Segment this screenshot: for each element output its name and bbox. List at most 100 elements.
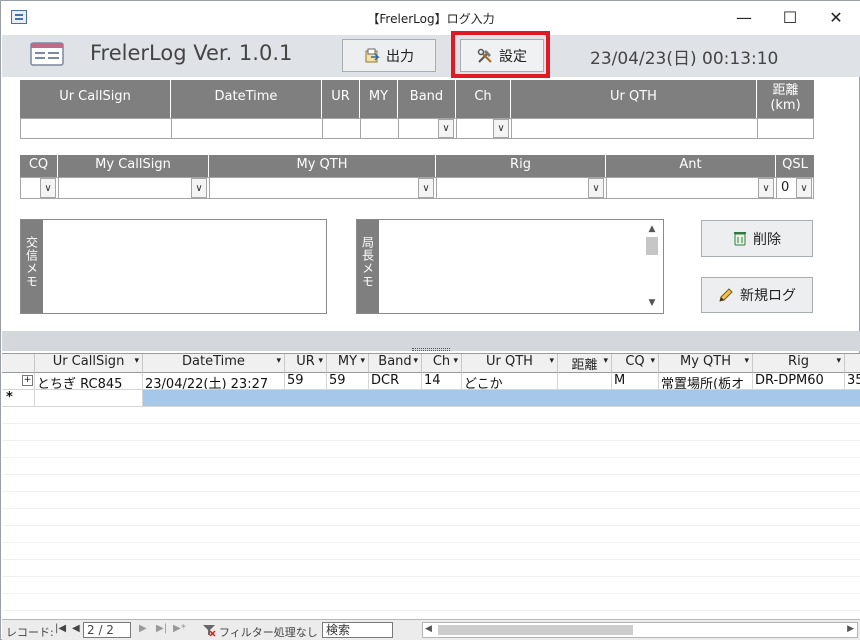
table-cell[interactable]: 常置場所(栃オ: [659, 373, 753, 390]
table-cell[interactable]: DCR: [369, 373, 422, 390]
select-all-corner[interactable]: [2, 354, 35, 373]
band-dropdown-arrow-icon[interactable]: ∨: [438, 119, 454, 138]
ur-qth-input[interactable]: [511, 118, 758, 139]
new-record-marker[interactable]: *: [2, 390, 35, 407]
ur-report-input[interactable]: [322, 118, 361, 139]
column-header[interactable]: [845, 354, 860, 373]
maximize-button[interactable]: ☐: [767, 1, 813, 35]
table-cell[interactable]: [558, 373, 612, 390]
column-header[interactable]: Band ▾: [369, 354, 422, 373]
close-button[interactable]: ✕: [813, 1, 859, 35]
header-ch: Ch: [456, 80, 511, 118]
table-cell[interactable]: 59: [327, 373, 369, 390]
table-cell[interactable]: 14: [422, 373, 462, 390]
header-band: Band: [398, 80, 456, 118]
output-label: 出力: [386, 48, 414, 65]
app-name: FrelerLog Ver. 1.0.1: [90, 41, 293, 65]
header-my-qth: My QTH: [209, 155, 436, 177]
ant-select[interactable]: [606, 177, 777, 199]
log-datasheet: Ur CallSign ▾ DateTime ▾ UR ▾ MY ▾ Band ▾ Ch ▾…: [2, 353, 860, 622]
new-row-selected-cells[interactable]: [143, 390, 860, 407]
app-logo-icon: [30, 42, 64, 66]
chief-memo-label: 局長メモ: [357, 220, 379, 313]
application-window: 【FrelerLog】ログ入力 — ☐ ✕ FrelerLog Ver. 1.0…: [0, 0, 860, 640]
column-header[interactable]: My QTH ▾: [659, 354, 753, 373]
scroll-right-icon[interactable]: ▶: [847, 624, 854, 634]
datetime-input[interactable]: [171, 118, 323, 139]
distance-input[interactable]: [757, 118, 814, 139]
title-bar: 【FrelerLog】ログ入力 — ☐ ✕: [1, 1, 860, 35]
column-header[interactable]: Ur CallSign ▾: [35, 354, 143, 373]
first-record-icon[interactable]: |◀: [55, 623, 66, 634]
export-icon: [365, 48, 380, 62]
column-header[interactable]: 距離 ▾: [558, 354, 612, 373]
record-label: レコード:: [6, 626, 54, 639]
header-qsl: QSL: [776, 155, 814, 177]
search-field[interactable]: 検索: [322, 622, 393, 638]
contact-memo-field[interactable]: 交信メモ: [20, 219, 327, 314]
new-row-cell[interactable]: [35, 390, 143, 407]
scroll-left-icon[interactable]: ◀: [425, 624, 432, 634]
column-header[interactable]: UR ▾: [285, 354, 327, 373]
header-ur-callsign: Ur CallSign: [20, 80, 171, 118]
qsl-dropdown-arrow-icon[interactable]: ∨: [796, 178, 812, 198]
previous-record-icon[interactable]: ◀: [72, 623, 80, 634]
pencil-icon: [719, 288, 733, 302]
table-cell[interactable]: 35: [845, 373, 860, 390]
header-ur-qth: Ur QTH: [511, 80, 757, 118]
my-qth-select[interactable]: [209, 177, 437, 199]
scroll-down-icon[interactable]: ▼: [645, 298, 659, 308]
scroll-thumb[interactable]: [646, 237, 658, 255]
column-header[interactable]: Ch ▾: [422, 354, 462, 373]
rig-dropdown-arrow-icon[interactable]: ∨: [588, 178, 604, 198]
column-header[interactable]: Ur QTH ▾: [462, 354, 558, 373]
new-record-icon[interactable]: ▶*: [173, 623, 186, 634]
header-band: FrelerLog Ver. 1.0.1 出力 設定 23/04/23(日) 0…: [2, 35, 860, 77]
filter-status[interactable]: フィルター処理なし: [219, 624, 318, 640]
empty-grid-area: [2, 407, 860, 622]
ur-callsign-input[interactable]: [20, 118, 172, 139]
chief-memo-field[interactable]: 局長メモ ▲ ▼: [356, 219, 664, 314]
column-header[interactable]: DateTime ▾: [143, 354, 285, 373]
horizontal-scroll-thumb[interactable]: [438, 625, 633, 635]
table-cell[interactable]: M: [612, 373, 659, 390]
scroll-up-icon[interactable]: ▲: [645, 224, 659, 234]
table-cell[interactable]: 23/04/22(土) 23:27: [143, 373, 285, 390]
current-record-field[interactable]: 2 / 2: [83, 622, 131, 638]
new-log-button[interactable]: 新規ログ: [701, 277, 813, 313]
column-header[interactable]: MY ▾: [327, 354, 369, 373]
header-my: MY: [360, 80, 398, 118]
table-cell[interactable]: DR-DPM60: [753, 373, 845, 390]
pane-splitter[interactable]: [2, 331, 860, 351]
ant-dropdown-arrow-icon[interactable]: ∨: [758, 178, 774, 198]
table-cell[interactable]: とちぎ RC845: [35, 373, 143, 390]
header-cq: CQ: [20, 155, 58, 177]
my-callsign-select[interactable]: [58, 177, 210, 199]
horizontal-scrollbar[interactable]: ◀ ▶: [422, 622, 858, 638]
next-record-icon[interactable]: ▶: [139, 623, 147, 634]
table-cell[interactable]: どこか: [462, 373, 558, 390]
my-qth-dropdown-arrow-icon[interactable]: ∨: [418, 178, 434, 198]
last-record-icon[interactable]: ▶|: [156, 623, 167, 634]
cq-dropdown-arrow-icon[interactable]: ∨: [40, 178, 56, 198]
column-header[interactable]: Rig ▾: [753, 354, 845, 373]
column-header[interactable]: CQ ▾: [612, 354, 659, 373]
memo-scrollbar[interactable]: ▲ ▼: [645, 224, 659, 308]
header-ant: Ant: [606, 155, 776, 177]
minimize-button[interactable]: —: [721, 1, 767, 35]
rig-select[interactable]: [436, 177, 607, 199]
ch-dropdown-arrow-icon[interactable]: ∨: [493, 119, 509, 138]
contact-memo-label: 交信メモ: [21, 220, 43, 313]
delete-label: 削除: [753, 231, 781, 248]
highlight-box: [451, 31, 550, 78]
splitter-grip-icon[interactable]: [412, 348, 450, 351]
expand-row-icon[interactable]: +: [22, 375, 33, 386]
clock-display: 23/04/23(日) 00:13:10: [590, 49, 779, 69]
my-report-input[interactable]: [360, 118, 399, 139]
filter-icon: [203, 625, 216, 637]
delete-button[interactable]: 削除: [701, 220, 813, 257]
my-callsign-dropdown-arrow-icon[interactable]: ∨: [191, 178, 207, 198]
output-button[interactable]: 出力: [342, 39, 436, 72]
header-rig: Rig: [436, 155, 606, 177]
table-cell[interactable]: 59: [285, 373, 327, 390]
